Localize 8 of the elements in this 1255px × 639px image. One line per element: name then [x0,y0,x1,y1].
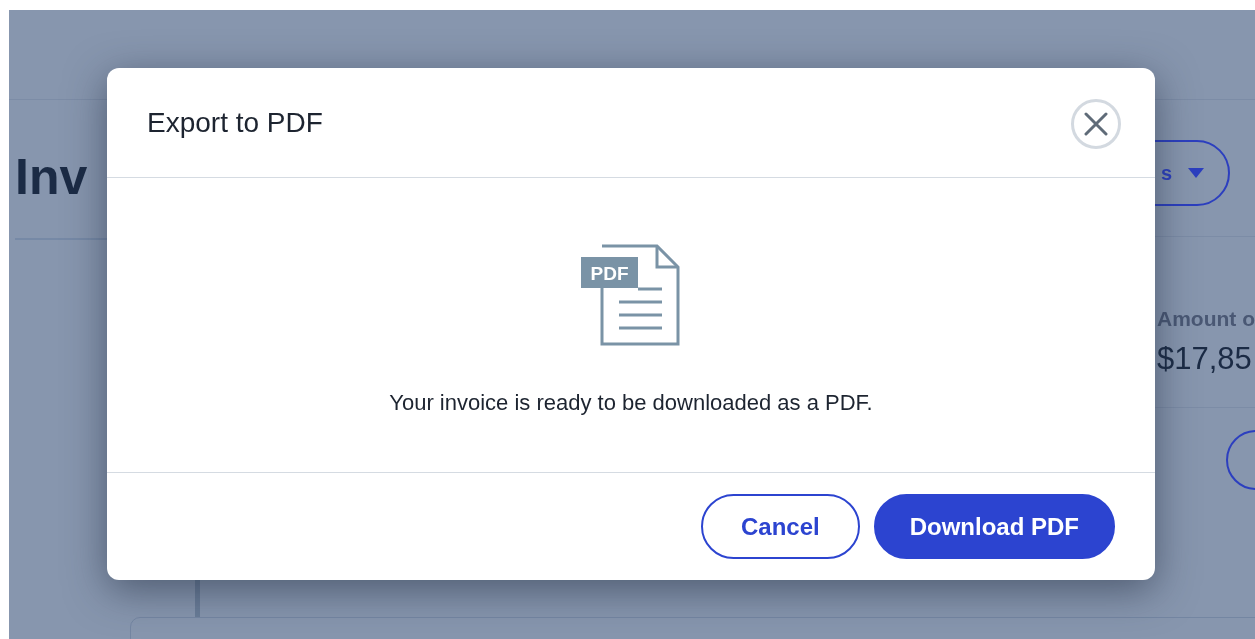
caret-icon [1188,168,1204,178]
amount-label: Amount o [1156,307,1255,331]
close-icon [1084,111,1108,136]
download-button[interactable]: Download PDF [873,494,1115,559]
dialog-message: Your invoice is ready to be downloaded as a PDF. [389,390,873,416]
amount-value: $17,85 [1156,341,1253,377]
cancel-button[interactable]: Cancel [700,494,860,559]
close-button[interactable] [1071,98,1121,149]
